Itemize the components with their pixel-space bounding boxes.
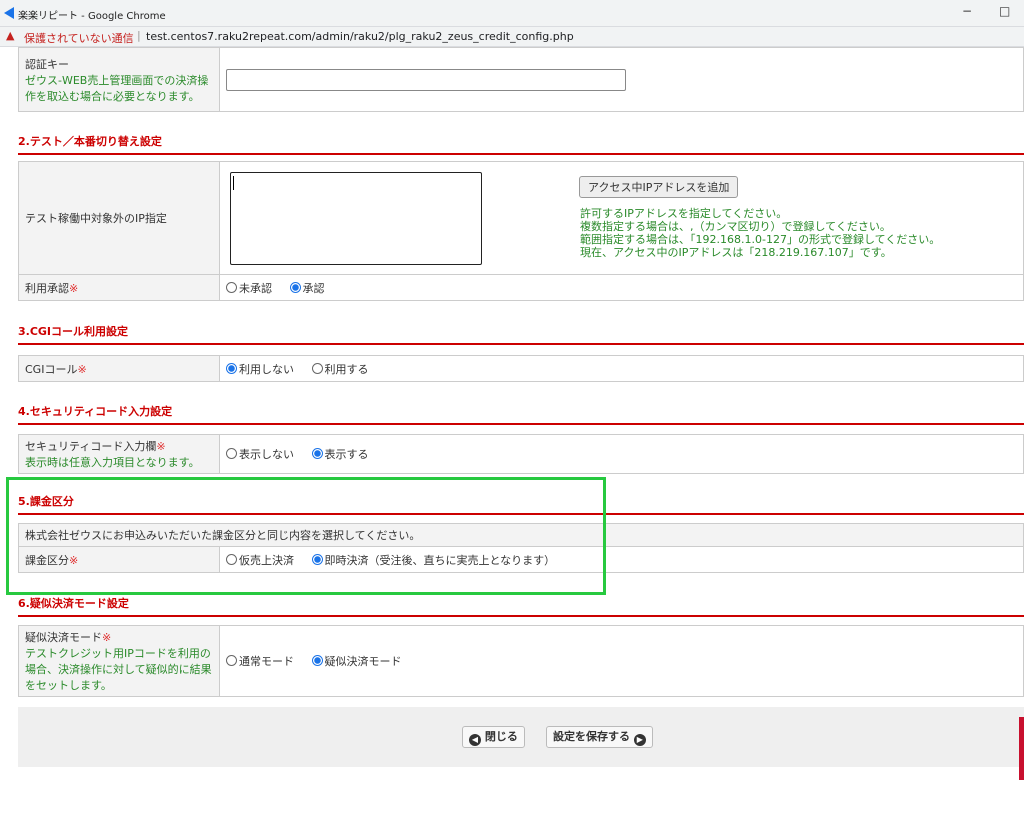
forward-arrow-icon: ▶ — [633, 734, 646, 746]
side-tab[interactable] — [1019, 717, 1024, 780]
section-4-title: 4.セキュリティコード入力設定 — [18, 403, 1024, 425]
window-titlebar: 楽楽リピート - Google Chrome − □ — [0, 0, 1024, 27]
section-2-title: 2.テスト／本番切り替え設定 — [18, 133, 1024, 155]
page-content: 認証キー ゼウス-WEB売上管理画面での決済操作を取込む場合に必要となります。 … — [0, 47, 1024, 819]
ip-label: テスト稼働中対象外のIP指定 — [25, 212, 167, 225]
window-title: 楽楽リピート - Google Chrome — [18, 11, 166, 22]
close-label: 閉じる — [484, 730, 518, 743]
address-separator: | — [137, 29, 141, 42]
radio-checked-icon[interactable] — [226, 362, 237, 374]
approve-label: 利用承認 — [25, 281, 69, 295]
radio-label: 表示する — [324, 448, 369, 461]
radio-unapproved[interactable]: 未承認 — [226, 281, 272, 295]
help-line: 範囲指定する場合は、「192.168.1.0-127」の形式で登録してください。 — [580, 233, 941, 246]
radio-cgi-on[interactable]: 利用する — [311, 362, 369, 376]
radio-label: 疑似決済モード — [324, 655, 402, 668]
radio-normal-mode[interactable]: 通常モード — [226, 655, 294, 668]
cgi-label: CGIコール — [25, 362, 78, 376]
radio-label: 承認 — [302, 281, 325, 295]
sec4-table: セキュリティコード入力欄※ 表示時は任意入力項目となります。 表示しない 表示す… — [18, 434, 1024, 474]
highlight-box — [6, 477, 606, 595]
add-current-ip-button[interactable]: アクセス中IPアドレスを追加 — [579, 176, 739, 198]
app-logo-icon — [4, 7, 14, 19]
radio-label: 利用しない — [239, 362, 294, 376]
radio-mock-mode[interactable]: 疑似決済モード — [311, 655, 402, 668]
radio-approved[interactable]: 承認 — [289, 281, 325, 295]
cgi-label-cell: CGIコール※ — [18, 355, 220, 382]
radio-label: 未承認 — [239, 281, 272, 295]
approve-options: 未承認 承認 — [219, 274, 1024, 301]
section-6-title: 6.疑似決済モード設定 — [18, 595, 1024, 617]
required-mark: ※ — [77, 362, 87, 376]
text-caret — [233, 176, 234, 190]
radio-icon[interactable] — [226, 448, 237, 459]
radio-checked-icon[interactable] — [289, 281, 301, 293]
auth-key-input[interactable] — [226, 68, 626, 91]
close-button[interactable]: ◀ 閉じる — [462, 726, 525, 748]
radio-checked-icon[interactable] — [311, 448, 323, 459]
radio-icon[interactable] — [226, 655, 237, 666]
security-label: セキュリティコード入力欄 — [25, 440, 157, 453]
radio-label: 利用する — [324, 362, 369, 376]
auth-table: 認証キー ゼウス-WEB売上管理画面での決済操作を取込む場合に必要となります。 — [18, 47, 1024, 112]
security-label-cell: セキュリティコード入力欄※ 表示時は任意入力項目となります。 — [18, 434, 220, 474]
radio-hide[interactable]: 表示しない — [226, 448, 294, 461]
insecure-warning[interactable]: 保護されていない通信 — [24, 30, 134, 46]
mock-label: 疑似決済モード — [25, 631, 102, 644]
sec3-table: CGIコール※ 利用しない 利用する — [18, 355, 1024, 382]
auth-label-cell: 認証キー ゼウス-WEB売上管理画面での決済操作を取込む場合に必要となります。 — [18, 47, 220, 112]
section-3-title: 3.CGIコール利用設定 — [18, 323, 1024, 345]
radio-show[interactable]: 表示する — [311, 448, 369, 461]
save-button[interactable]: 設定を保存する ▶ — [546, 726, 653, 748]
mock-note: テストクレジット用IPコードを利用の場合、決済操作に対して疑似的に結果をセットし… — [25, 647, 212, 692]
approve-label-cell: 利用承認※ — [18, 274, 220, 301]
sec6-table: 疑似決済モード※ テストクレジット用IPコードを利用の場合、決済操作に対して疑似… — [18, 625, 1024, 697]
minimize-button[interactable]: − — [962, 4, 972, 18]
radio-label: 表示しない — [239, 448, 294, 461]
radio-icon[interactable] — [311, 362, 323, 374]
required-mark: ※ — [156, 440, 166, 453]
url-text[interactable]: test.centos7.raku2repeat.com/admin/raku2… — [146, 30, 574, 43]
radio-icon[interactable] — [226, 281, 237, 293]
cgi-options: 利用しない 利用する — [219, 355, 1024, 382]
save-label: 設定を保存する — [553, 730, 630, 743]
help-line: 複数指定する場合は、,（カンマ区切り）で登録してください。 — [580, 220, 891, 233]
radio-label: 通常モード — [239, 655, 294, 668]
maximize-button[interactable]: □ — [999, 4, 1010, 18]
ip-textarea[interactable] — [230, 172, 482, 265]
auth-label: 認証キー — [25, 57, 69, 71]
ip-help-text: 許可するIPアドレスを指定してください。 複数指定する場合は、,（カンマ区切り）… — [580, 207, 940, 259]
mock-label-cell: 疑似決済モード※ テストクレジット用IPコードを利用の場合、決済操作に対して疑似… — [18, 625, 220, 697]
radio-checked-icon[interactable] — [311, 655, 323, 666]
help-line: 許可するIPアドレスを指定してください。 — [580, 207, 788, 220]
required-mark: ※ — [69, 281, 79, 295]
auth-note: ゼウス-WEB売上管理画面での決済操作を取込む場合に必要となります。 — [25, 73, 209, 103]
footer-bar: ◀ 閉じる 設定を保存する ▶ — [18, 707, 1024, 767]
address-bar[interactable]: ▲ 保護されていない通信 | test.centos7.raku2repeat.… — [0, 27, 1024, 47]
security-note: 表示時は任意入力項目となります。 — [25, 456, 200, 469]
auth-input-cell — [219, 47, 1024, 112]
back-arrow-icon: ◀ — [469, 734, 481, 746]
help-line: 現在、アクセス中のIPアドレスは「218.219.167.107」です。 — [580, 246, 892, 259]
required-mark: ※ — [102, 631, 112, 644]
mock-options: 通常モード 疑似決済モード — [219, 625, 1024, 697]
security-options: 表示しない 表示する — [219, 434, 1024, 474]
ip-label-cell: テスト稼働中対象外のIP指定 — [18, 161, 220, 275]
warning-icon: ▲ — [6, 29, 15, 42]
radio-cgi-off[interactable]: 利用しない — [226, 362, 294, 376]
